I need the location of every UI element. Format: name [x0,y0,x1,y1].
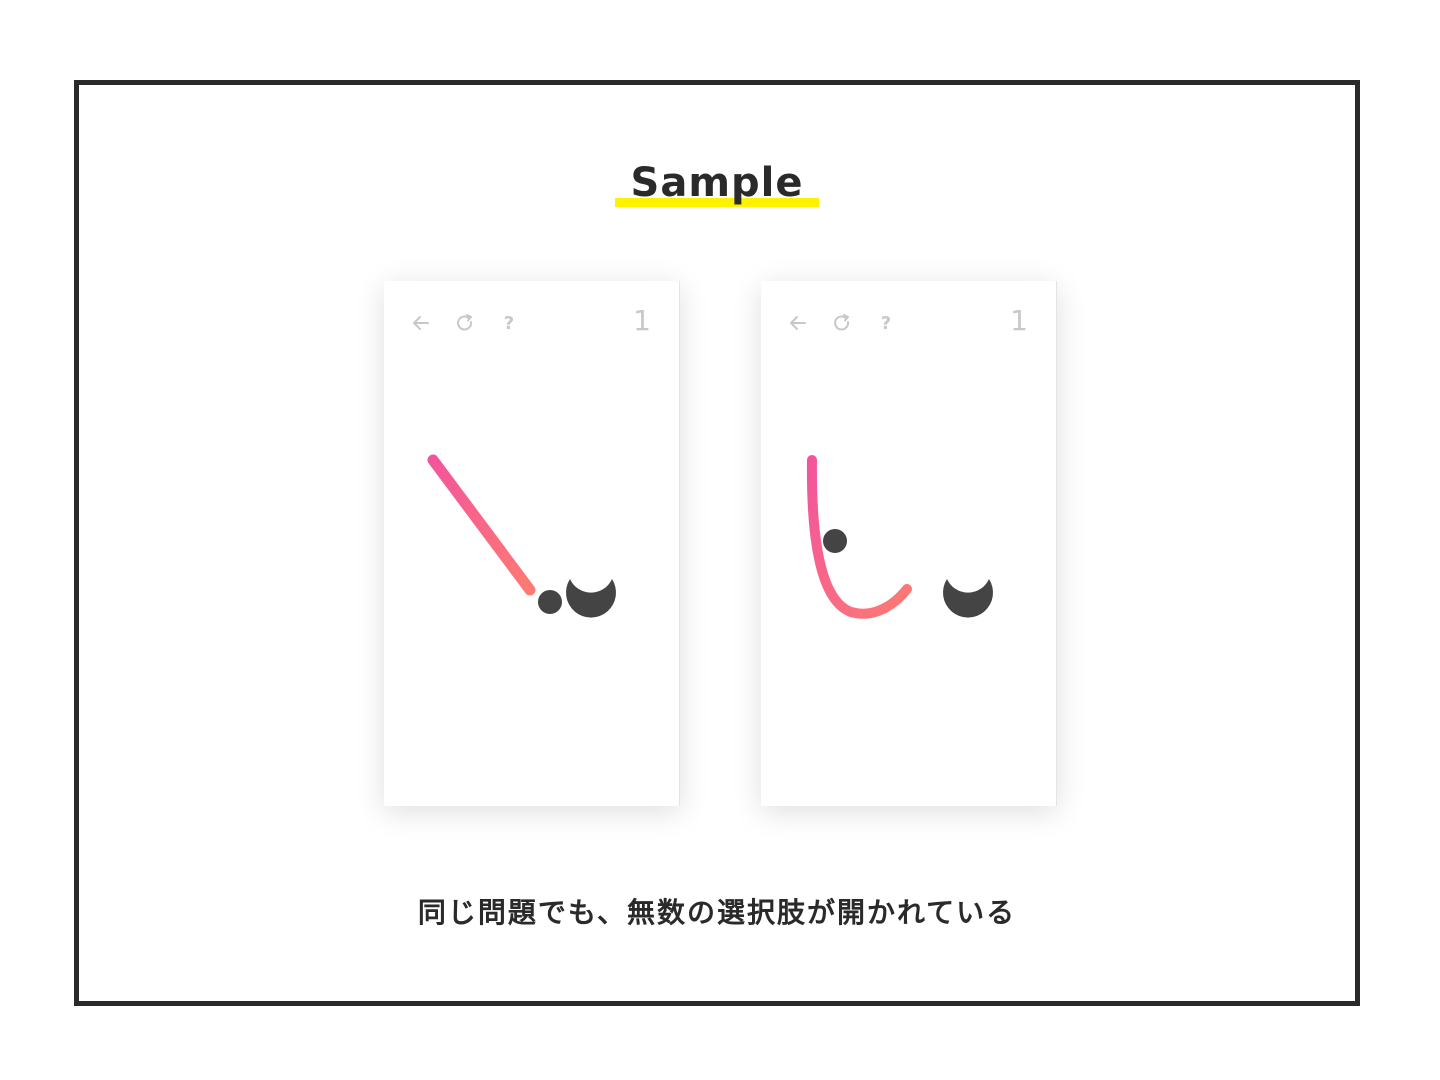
cup-goal [566,579,616,618]
ball [538,590,562,614]
title-text: Sample [630,160,804,206]
drawn-stroke [427,454,536,596]
level-number: 1 [1010,304,1028,337]
phone-screen-left: ? 1 [384,281,680,806]
game-canvas-right[interactable] [761,281,1056,806]
slide-frame: Sample ? 1 ? 1 同じ問題でも、無数の選択肢が開かれている [74,80,1360,1006]
phone-screen-right: ? 1 [761,281,1057,806]
caption-text: 同じ問題でも、無数の選択肢が開かれている [417,896,1017,929]
help-icon[interactable]: ? [875,312,897,334]
level-number: 1 [633,304,651,337]
slide-title: Sample [614,159,820,207]
toolbar: ? [787,311,919,335]
game-canvas-left[interactable] [384,281,679,806]
arrow-left-icon[interactable] [410,312,432,334]
title-area: Sample [79,159,1355,207]
toolbar: ? [410,311,542,335]
restart-icon[interactable] [831,312,853,334]
restart-icon[interactable] [454,312,476,334]
arrow-left-icon[interactable] [787,312,809,334]
help-icon[interactable]: ? [498,312,520,334]
ball [823,529,847,553]
cup-goal [943,579,993,618]
